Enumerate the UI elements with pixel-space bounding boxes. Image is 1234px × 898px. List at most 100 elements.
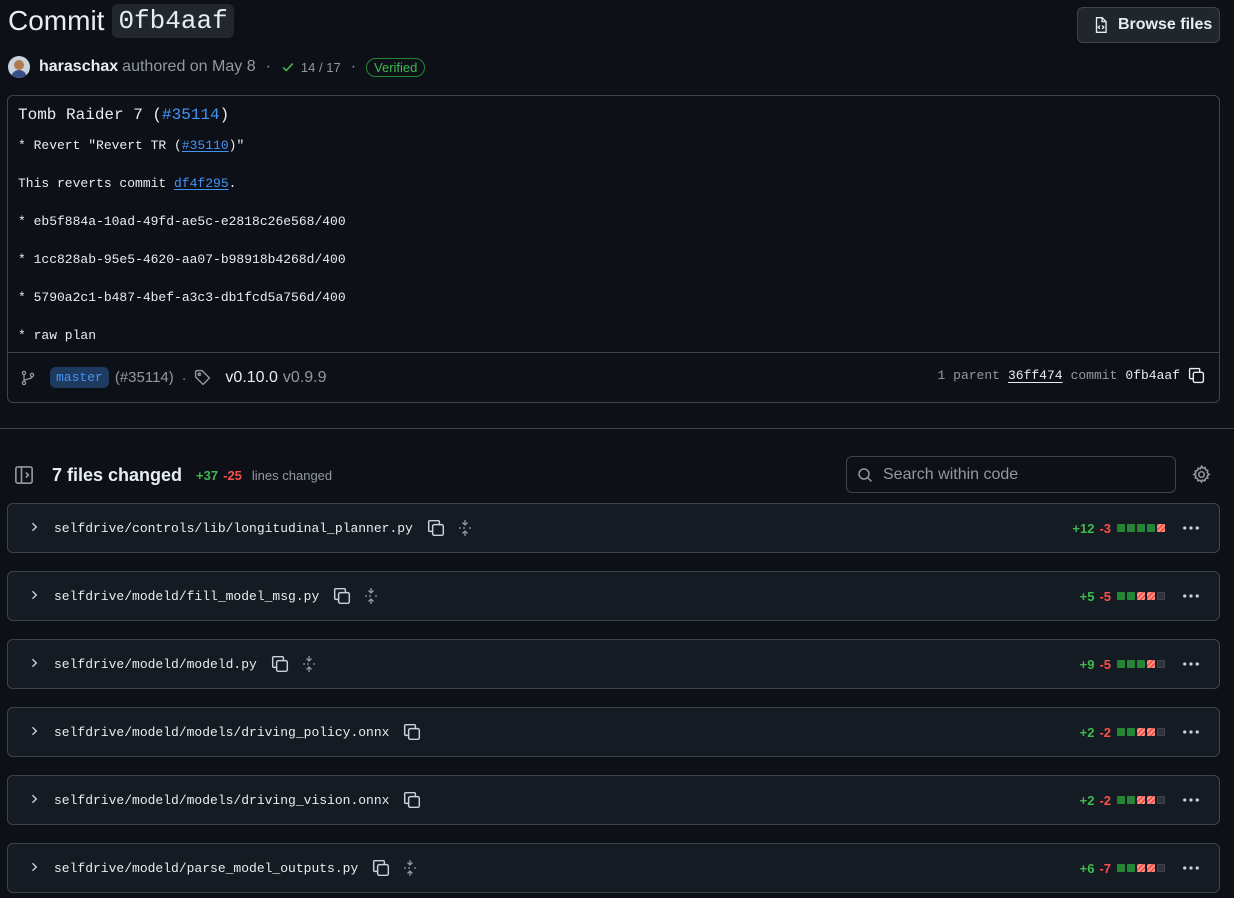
file-row[interactable]: selfdrive/modeld/models/driving_policy.o… xyxy=(7,707,1220,757)
verified-badge[interactable]: Verified xyxy=(366,57,426,77)
reverts-suffix: . xyxy=(228,176,237,191)
file-deletions: -5 xyxy=(1099,588,1111,604)
diffstat-block xyxy=(1127,864,1135,872)
copy-icon[interactable] xyxy=(372,859,390,877)
diffstat-block xyxy=(1117,592,1125,600)
separator-dot: · xyxy=(265,58,271,75)
copy-icon[interactable] xyxy=(1188,367,1205,384)
file-path[interactable]: selfdrive/modeld/models/driving_policy.o… xyxy=(54,725,389,740)
chevron-right-icon[interactable] xyxy=(28,792,40,808)
author-link[interactable]: haraschax xyxy=(39,58,118,76)
file-path[interactable]: selfdrive/modeld/fill_model_msg.py xyxy=(54,589,319,604)
diffstat-block xyxy=(1117,796,1125,804)
file-code-icon xyxy=(1095,17,1107,33)
chevron-right-icon[interactable] xyxy=(28,724,40,740)
checks-status[interactable]: 14 / 17 xyxy=(281,60,341,75)
tag-primary-link[interactable]: v0.10.0 xyxy=(225,369,277,387)
files-changed-stats: +37 -25 xyxy=(196,468,242,483)
expand-all-icon[interactable] xyxy=(363,587,379,605)
kebab-menu-icon[interactable] xyxy=(1181,790,1201,813)
diffstat-blocks xyxy=(1117,660,1165,668)
tag-secondary-link[interactable]: v0.9.9 xyxy=(283,369,327,387)
reverted-commit-link[interactable]: df4f295 xyxy=(174,176,229,191)
diffstat-block xyxy=(1117,864,1125,872)
copy-icon[interactable] xyxy=(403,723,421,741)
file-diff-stats: +12 -3 xyxy=(1072,521,1165,536)
search-input[interactable] xyxy=(883,465,1163,484)
file-row[interactable]: selfdrive/modeld/models/driving_vision.o… xyxy=(7,775,1220,825)
expand-all-icon[interactable] xyxy=(402,859,418,877)
file-deletions: -2 xyxy=(1099,792,1111,808)
diffstat-block xyxy=(1147,660,1155,668)
file-path[interactable]: selfdrive/modeld/models/driving_vision.o… xyxy=(54,793,389,808)
file-row[interactable]: selfdrive/modeld/modeld.py +9 -5 xyxy=(7,639,1220,689)
revert-prefix: * Revert "Revert TR ( xyxy=(18,138,182,153)
search-icon xyxy=(858,467,873,482)
copy-icon[interactable] xyxy=(271,655,289,673)
file-row[interactable]: selfdrive/modeld/fill_model_msg.py +5 -5 xyxy=(7,571,1220,621)
check-icon xyxy=(282,62,294,72)
file-additions: +2 xyxy=(1079,724,1095,740)
kebab-menu-icon[interactable] xyxy=(1181,518,1201,541)
reverts-prefix: This reverts commit xyxy=(18,176,175,191)
checks-count: 14 / 17 xyxy=(300,59,341,75)
diffstat-block xyxy=(1147,592,1155,600)
commit-refs: 1 parent 36ff474 commit 0fb4aaf xyxy=(938,367,1205,384)
message-line: This reverts commit df4f295. xyxy=(18,174,346,212)
copy-icon[interactable] xyxy=(403,791,421,809)
copy-icon[interactable] xyxy=(333,587,351,605)
diffstat-block xyxy=(1117,660,1125,668)
kebab-menu-icon[interactable] xyxy=(1181,654,1201,677)
copy-icon[interactable] xyxy=(427,519,445,537)
file-deletions: -2 xyxy=(1099,724,1111,740)
message-line: * 5790a2c1-b487-4bef-a3c3-db1fcd5a756d/4… xyxy=(18,290,346,305)
pr-link[interactable]: #35114 xyxy=(162,106,220,124)
kebab-menu-icon[interactable] xyxy=(1181,586,1201,609)
message-line: * 1cc828ab-95e5-4620-aa07-b98918b4268d/4… xyxy=(18,252,346,267)
file-row[interactable]: selfdrive/controls/lib/longitudinal_plan… xyxy=(7,503,1220,553)
commit-sha: 0fb4aaf xyxy=(112,4,234,38)
revert-pr-link[interactable]: #35110 xyxy=(182,138,229,153)
diffstat-block xyxy=(1127,728,1135,736)
kebab-menu-icon[interactable] xyxy=(1181,858,1201,881)
expand-all-icon[interactable] xyxy=(301,655,317,673)
file-path[interactable]: selfdrive/modeld/modeld.py xyxy=(54,657,257,672)
chevron-right-icon[interactable] xyxy=(28,588,40,604)
file-additions: +6 xyxy=(1079,860,1095,876)
diffstat-block xyxy=(1137,728,1145,736)
section-divider xyxy=(0,428,1234,429)
lines-changed-label: lines changed xyxy=(251,467,333,483)
sidebar-toggle-icon[interactable] xyxy=(14,465,34,485)
chevron-right-icon[interactable] xyxy=(28,520,40,536)
file-diff-stats: +9 -5 xyxy=(1080,657,1165,672)
file-path[interactable]: selfdrive/controls/lib/longitudinal_plan… xyxy=(54,521,413,536)
search-within-code[interactable] xyxy=(846,456,1176,493)
page-title: Commit 0fb4aaf xyxy=(8,4,234,38)
separator-dot: · xyxy=(350,58,357,75)
browse-files-button[interactable]: Browse files xyxy=(1077,7,1220,43)
diffstat-block xyxy=(1127,660,1135,668)
diffstat-block xyxy=(1157,864,1165,872)
avatar[interactable] xyxy=(8,56,30,78)
file-path[interactable]: selfdrive/modeld/parse_model_outputs.py xyxy=(54,861,358,876)
file-deletions: -7 xyxy=(1099,860,1111,876)
git-branch-icon xyxy=(21,370,35,385)
file-row[interactable]: selfdrive/modeld/parse_model_outputs.py +… xyxy=(7,843,1220,893)
commit-byline: haraschax authored on May 8 · 14 / 17 · … xyxy=(8,55,426,79)
diffstat-block xyxy=(1147,524,1155,532)
files-changed-title: 7 files changed xyxy=(52,464,183,485)
chevron-right-icon[interactable] xyxy=(28,656,40,672)
branch-pr-ref[interactable]: (#35114) xyxy=(115,369,174,386)
branch-link[interactable]: master xyxy=(50,367,109,388)
diffstat-block xyxy=(1157,728,1165,736)
parent-sha-link[interactable]: 36ff474 xyxy=(1008,368,1063,383)
diffstat-block xyxy=(1157,796,1165,804)
title-text: Tomb Raider 7 ( xyxy=(18,106,163,124)
gear-icon[interactable] xyxy=(1192,465,1211,484)
diffstat-block xyxy=(1127,524,1135,532)
chevron-right-icon[interactable] xyxy=(28,860,40,876)
commit-message-box: Tomb Raider 7 (#35114) * Revert "Revert … xyxy=(7,95,1220,403)
file-deletions: -3 xyxy=(1099,520,1111,536)
expand-all-icon[interactable] xyxy=(457,519,473,537)
kebab-menu-icon[interactable] xyxy=(1181,722,1201,745)
